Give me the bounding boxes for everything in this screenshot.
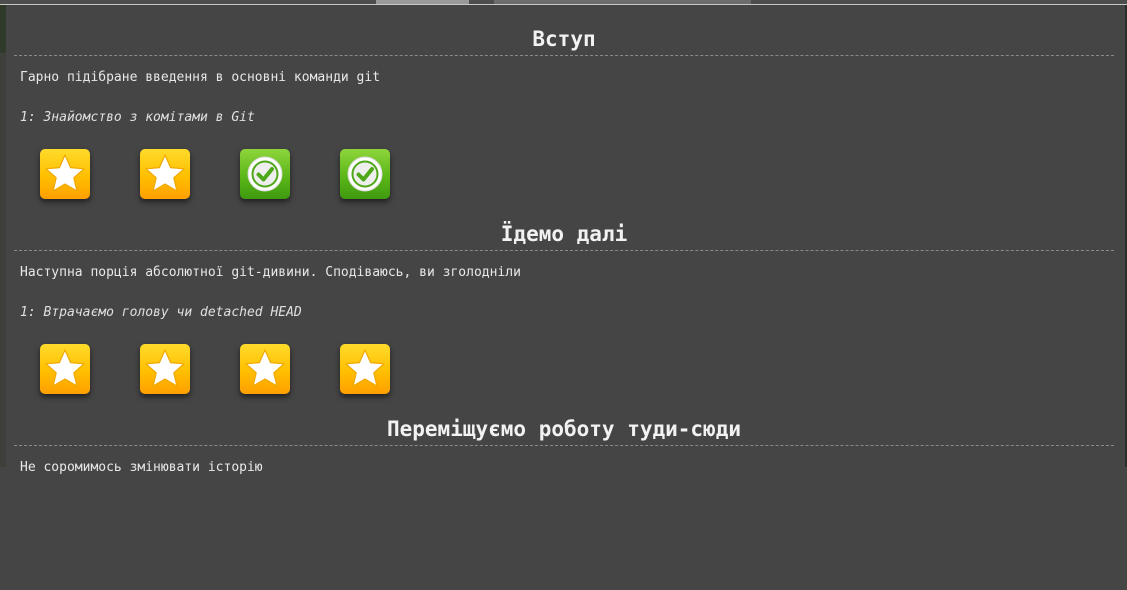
section-title: Вступ [532,27,596,51]
star-icon [140,344,190,394]
level-label[interactable]: 1: Втрачаємо голову чи detached HEAD [20,304,302,322]
check-circle-icon [240,149,290,199]
level-star-badge[interactable] [40,149,90,199]
level-star-badge[interactable] [140,149,190,199]
section-description: Не соромимось змінювати історію [20,460,263,475]
star-icon [140,149,190,199]
level-label[interactable]: 1: Знайомство з комітами в Git [20,109,255,127]
section-moving-on: Їдемо далі Наступна порція абсолютної gi… [14,200,1114,395]
level-star-badge[interactable] [240,344,290,394]
star-icon [40,149,90,199]
level-star-badge[interactable] [40,344,90,394]
section-description: Наступна порція абсолютної git-дивини. С… [20,265,521,280]
top-tab-indicator-secondary[interactable] [494,0,751,4]
section-intro: Вступ Гарно підібране введення в основні… [14,5,1114,200]
section-title: Переміщуємо роботу туди-сюди [386,417,741,441]
section-divider [14,445,1114,446]
section-description: Гарно підібране введення в основні коман… [20,70,381,85]
section-moving-work: Переміщуємо роботу туди-сюди Не соромимо… [14,395,1114,590]
star-icon [240,344,290,394]
star-icon [340,344,390,394]
level-list: Вступ Гарно підібране введення в основні… [14,5,1114,590]
star-icon [40,344,90,394]
section-divider [14,55,1114,56]
left-edge-strip [0,5,6,467]
section-divider [14,250,1114,251]
top-tab-indicator[interactable] [376,0,469,4]
level-complete-badge[interactable] [240,149,290,199]
level-star-badge[interactable] [140,344,190,394]
check-circle-icon [340,149,390,199]
level-star-badge[interactable] [340,344,390,394]
level-complete-badge[interactable] [340,149,390,199]
levels-page: Вступ Гарно підібране введення в основні… [0,0,1127,475]
section-title: Їдемо далі [500,222,628,246]
